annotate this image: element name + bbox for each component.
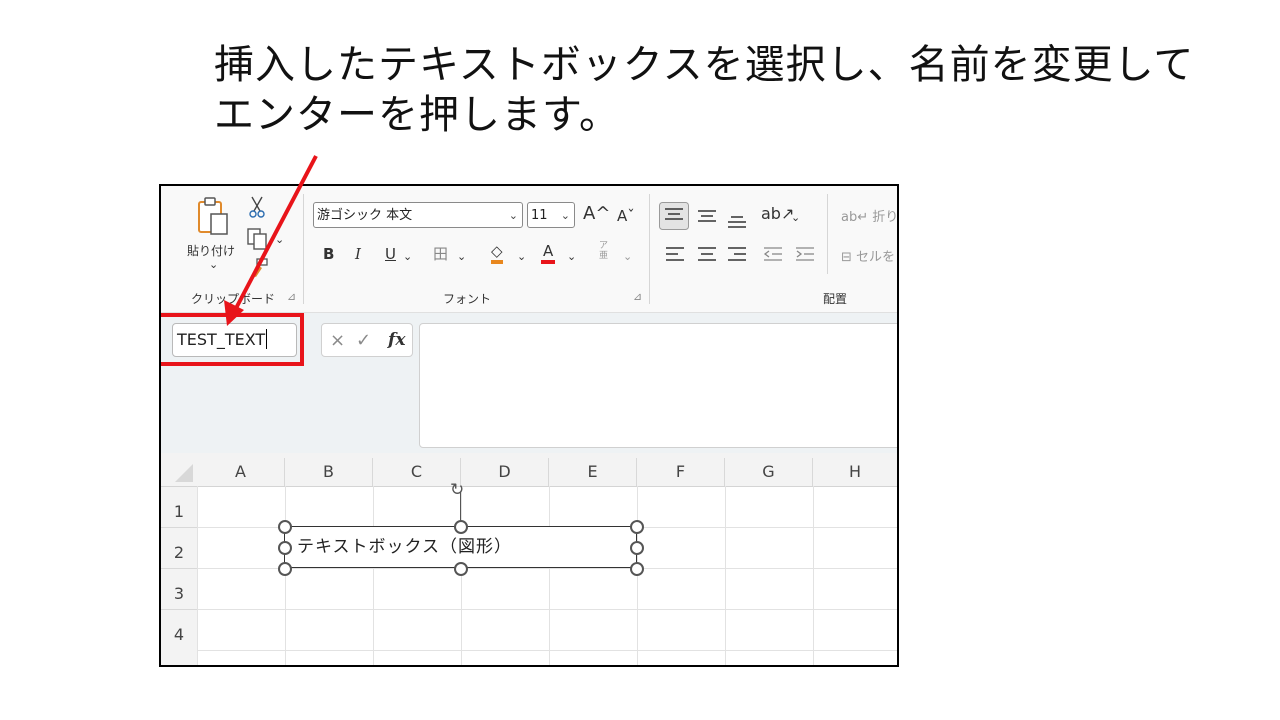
name-box-highlight <box>161 313 304 366</box>
copy-icon[interactable] <box>247 228 269 250</box>
shrink-font-button[interactable]: Aˇ <box>617 206 635 226</box>
align-right-icon[interactable] <box>727 244 747 264</box>
font-color-dropdown-icon[interactable]: ⌄ <box>567 247 576 267</box>
merge-cells-icon: ⊟ <box>841 250 852 265</box>
gridline <box>549 486 550 665</box>
divider <box>649 194 650 304</box>
gridline <box>373 486 374 665</box>
wrap-text-label: 折り返 <box>872 210 899 225</box>
resize-handle[interactable] <box>454 520 468 534</box>
underline-dropdown-icon[interactable]: ⌄ <box>403 247 412 267</box>
merge-cells-label: セルを <box>856 250 896 265</box>
column-header[interactable]: E <box>549 458 637 486</box>
font-color-button[interactable]: A <box>541 242 556 264</box>
gridline <box>197 486 198 665</box>
cancel-icon[interactable]: × <box>330 330 345 351</box>
fill-color-button[interactable]: ◇ <box>491 242 503 264</box>
formula-buttons: × ✓ fx <box>321 323 413 357</box>
enter-icon[interactable]: ✓ <box>356 330 371 351</box>
align-bottom-icon[interactable] <box>727 208 747 228</box>
align-middle-icon[interactable] <box>697 206 717 226</box>
column-header[interactable]: D <box>461 458 549 486</box>
phonetic-top: ア <box>599 241 609 251</box>
font-launcher-icon[interactable]: ⊿ <box>633 290 642 303</box>
resize-handle[interactable] <box>454 562 468 576</box>
gridline <box>813 486 814 665</box>
column-header[interactable]: C <box>373 458 461 486</box>
wrap-text-button[interactable]: ab↵ 折り返 <box>841 206 899 225</box>
formula-bar-area: TEST_TEXT × ✓ fx <box>161 313 897 453</box>
decrease-indent-icon[interactable] <box>763 244 783 264</box>
border-button[interactable]: 田 <box>433 244 448 264</box>
resize-handle[interactable] <box>278 541 292 555</box>
paste-dropdown-icon[interactable]: ⌄ <box>209 258 218 271</box>
phonetic-button[interactable]: ア亜 <box>599 241 608 261</box>
chevron-down-icon: ⌄ <box>508 209 518 222</box>
resize-handle[interactable] <box>278 562 292 576</box>
row-header[interactable]: 1 <box>161 487 197 528</box>
resize-handle[interactable] <box>630 520 644 534</box>
row-header[interactable]: 2 <box>161 528 197 569</box>
formula-input[interactable] <box>419 323 897 448</box>
resize-handle[interactable] <box>630 541 644 555</box>
row-header[interactable]: 3 <box>161 569 197 610</box>
resize-handle[interactable] <box>278 520 292 534</box>
row-header[interactable]: 4 <box>161 610 197 665</box>
select-all-corner[interactable] <box>161 458 197 486</box>
excel-window: 貼り付け ⌄ ⌄ クリップボード ⊿ 游ゴシック 本文 ⌄ 11 ⌄ A^ Aˇ… <box>159 184 899 667</box>
column-header[interactable]: B <box>285 458 373 486</box>
merge-cells-button[interactable]: ⊟ セルを <box>841 246 895 265</box>
clipboard-group-label: クリップボード <box>191 292 276 306</box>
grow-font-button[interactable]: A^ <box>583 204 610 224</box>
clipboard-icon[interactable] <box>197 196 231 236</box>
border-dropdown-icon[interactable]: ⌄ <box>457 247 466 267</box>
ribbon: 貼り付け ⌄ ⌄ クリップボード ⊿ 游ゴシック 本文 ⌄ 11 ⌄ A^ Aˇ… <box>161 186 897 313</box>
rotate-handle-icon[interactable]: ↻ <box>450 480 464 500</box>
chevron-down-icon: ⌄ <box>560 209 570 222</box>
align-left-icon[interactable] <box>665 244 685 264</box>
underline-button[interactable]: U <box>385 244 396 264</box>
cell-area[interactable] <box>197 486 897 665</box>
gridline <box>725 486 726 665</box>
wrap-text-icon: ab↵ <box>841 210 869 225</box>
font-name-value: 游ゴシック 本文 <box>317 208 413 223</box>
bold-button[interactable]: B <box>323 244 334 264</box>
copy-dropdown-icon[interactable]: ⌄ <box>275 230 284 250</box>
format-painter-icon[interactable] <box>249 258 269 278</box>
fill-dropdown-icon[interactable]: ⌄ <box>517 247 526 267</box>
italic-button[interactable]: I <box>355 244 361 264</box>
gridline <box>197 568 897 569</box>
font-size-combo[interactable]: 11 ⌄ <box>527 202 575 228</box>
column-header[interactable]: G <box>725 458 813 486</box>
scissors-icon[interactable] <box>249 196 265 218</box>
align-top-icon[interactable] <box>659 202 689 230</box>
align-center-icon[interactable] <box>697 244 717 264</box>
divider <box>827 194 828 274</box>
clipboard-launcher-icon[interactable]: ⊿ <box>287 290 296 303</box>
phonetic-dropdown-icon[interactable]: ⌄ <box>623 247 632 267</box>
paste-button-label[interactable]: 貼り付け <box>187 242 235 259</box>
font-name-combo[interactable]: 游ゴシック 本文 ⌄ <box>313 202 523 228</box>
orientation-icon[interactable]: ab↗ <box>761 204 794 224</box>
insert-function-icon[interactable]: fx <box>388 330 405 350</box>
increase-indent-icon[interactable] <box>795 244 815 264</box>
column-header-row: A B C D E F G H <box>161 458 897 487</box>
font-group-label: フォント <box>443 292 492 306</box>
column-header[interactable]: F <box>637 458 725 486</box>
orientation-dropdown-icon[interactable]: ⌄ <box>791 208 800 228</box>
font-size-value: 11 <box>531 208 548 223</box>
resize-handle[interactable] <box>630 562 644 576</box>
divider <box>303 194 304 304</box>
alignment-group-label: 配置 <box>823 292 848 306</box>
column-header[interactable]: H <box>813 458 897 486</box>
column-header[interactable]: A <box>197 458 285 486</box>
gridline <box>197 650 897 651</box>
instruction-text: 挿入したテキストボックスを選択し、名前を変更して エンターを押します。 <box>214 42 1195 138</box>
phonetic-bottom: 亜 <box>599 251 609 261</box>
gridline <box>197 609 897 610</box>
